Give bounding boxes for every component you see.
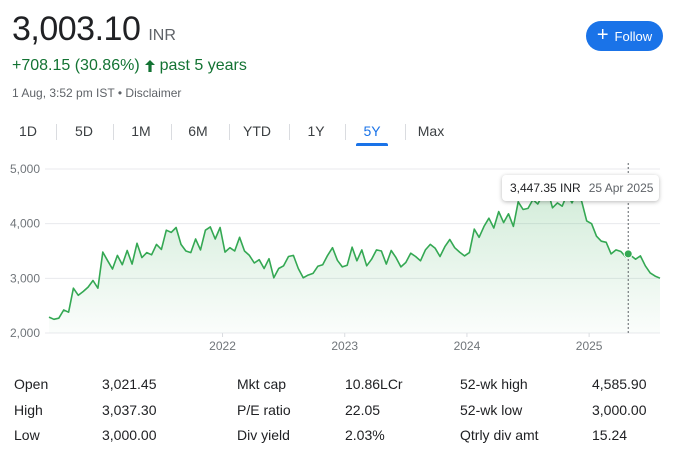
stat-value: 3,037.30 xyxy=(102,402,157,418)
tooltip-value: 3,447.35 INR xyxy=(510,181,581,195)
tab-divider xyxy=(113,124,114,140)
tab-1m[interactable]: 1M xyxy=(122,118,160,146)
series-area xyxy=(49,189,660,333)
arrow-up-icon xyxy=(144,60,155,72)
timestamp: 1 Aug, 3:52 pm IST xyxy=(12,86,115,100)
stat-label: Mkt cap xyxy=(237,376,287,392)
follow-label: Follow xyxy=(614,28,653,44)
y-tick-label: 5,000 xyxy=(10,162,40,176)
tab-1d[interactable]: 1D xyxy=(10,118,46,146)
stat-value: 2.03% xyxy=(345,427,385,443)
change-value: +708.15 (30.86%) xyxy=(12,57,140,74)
disclaimer-link[interactable]: Disclaimer xyxy=(125,86,181,100)
stat-label: P/E ratio xyxy=(237,402,291,418)
x-tick-label: 2024 xyxy=(454,339,481,353)
tab-6m[interactable]: 6M xyxy=(180,118,216,146)
tab-max[interactable]: Max xyxy=(414,118,448,146)
tab-5y[interactable]: 5Y xyxy=(356,118,388,146)
x-tick-label: 2025 xyxy=(576,339,603,353)
tab-divider xyxy=(345,124,346,140)
stat-value: 15.24 xyxy=(592,427,628,443)
stat-label: Open xyxy=(14,376,49,392)
stat-value: 22.05 xyxy=(345,402,381,418)
tab-divider xyxy=(56,124,57,140)
tab-divider xyxy=(289,124,290,140)
separator-dot: • xyxy=(117,86,123,100)
tab-divider xyxy=(229,124,230,140)
stat-label: Low xyxy=(14,427,40,443)
chart-tooltip: 3,447.35 INR 25 Apr 2025 xyxy=(502,175,659,201)
stats-row: Low 3,000.00 Div yield 2.03% Qtrly div a… xyxy=(14,427,674,449)
current-price: 3,003.10 xyxy=(12,10,141,48)
change-period: past 5 years xyxy=(159,57,247,74)
y-tick-label: 3,000 xyxy=(10,271,40,285)
stat-label: 52-wk low xyxy=(460,402,523,418)
tab-ytd[interactable]: YTD xyxy=(237,118,277,146)
stat-value: 4,585.90 xyxy=(592,376,647,392)
plus-icon: + xyxy=(596,24,609,46)
x-tick-label: 2023 xyxy=(331,339,358,353)
stat-label: High xyxy=(14,402,43,418)
x-tick-label: 2022 xyxy=(209,339,236,353)
stats-row: High 3,037.30 P/E ratio 22.05 52-wk low … xyxy=(14,402,674,424)
follow-button[interactable]: + Follow xyxy=(586,21,663,51)
stat-value: 10.86LCr xyxy=(345,376,403,392)
highlight-point xyxy=(623,249,633,259)
tooltip-date: 25 Apr 2025 xyxy=(588,181,654,195)
stat-label: Qtrly div amt xyxy=(460,427,539,443)
currency-code: INR xyxy=(148,27,176,44)
tab-divider xyxy=(405,124,406,140)
tab-divider xyxy=(171,124,172,140)
stat-value: 3,000.00 xyxy=(102,427,157,443)
y-tick-label: 2,000 xyxy=(10,326,40,340)
stat-value: 3,000.00 xyxy=(592,402,647,418)
range-tabs: 1D 5D 1M 6M YTD 1Y 5Y Max xyxy=(0,118,680,148)
tab-1y[interactable]: 1Y xyxy=(300,118,332,146)
tab-5d[interactable]: 5D xyxy=(67,118,101,146)
stat-value: 3,021.45 xyxy=(102,376,157,392)
price-header: 3,003.10 INR xyxy=(12,10,176,49)
y-tick-label: 4,000 xyxy=(10,217,40,231)
timestamp-row: 1 Aug, 3:52 pm IST • Disclaimer xyxy=(12,86,181,100)
stat-label: 52-wk high xyxy=(460,376,528,392)
stat-label: Div yield xyxy=(237,427,290,443)
stats-row: Open 3,021.45 Mkt cap 10.86LCr 52-wk hig… xyxy=(14,376,674,398)
price-change: +708.15 (30.86%) past 5 years xyxy=(12,57,247,75)
